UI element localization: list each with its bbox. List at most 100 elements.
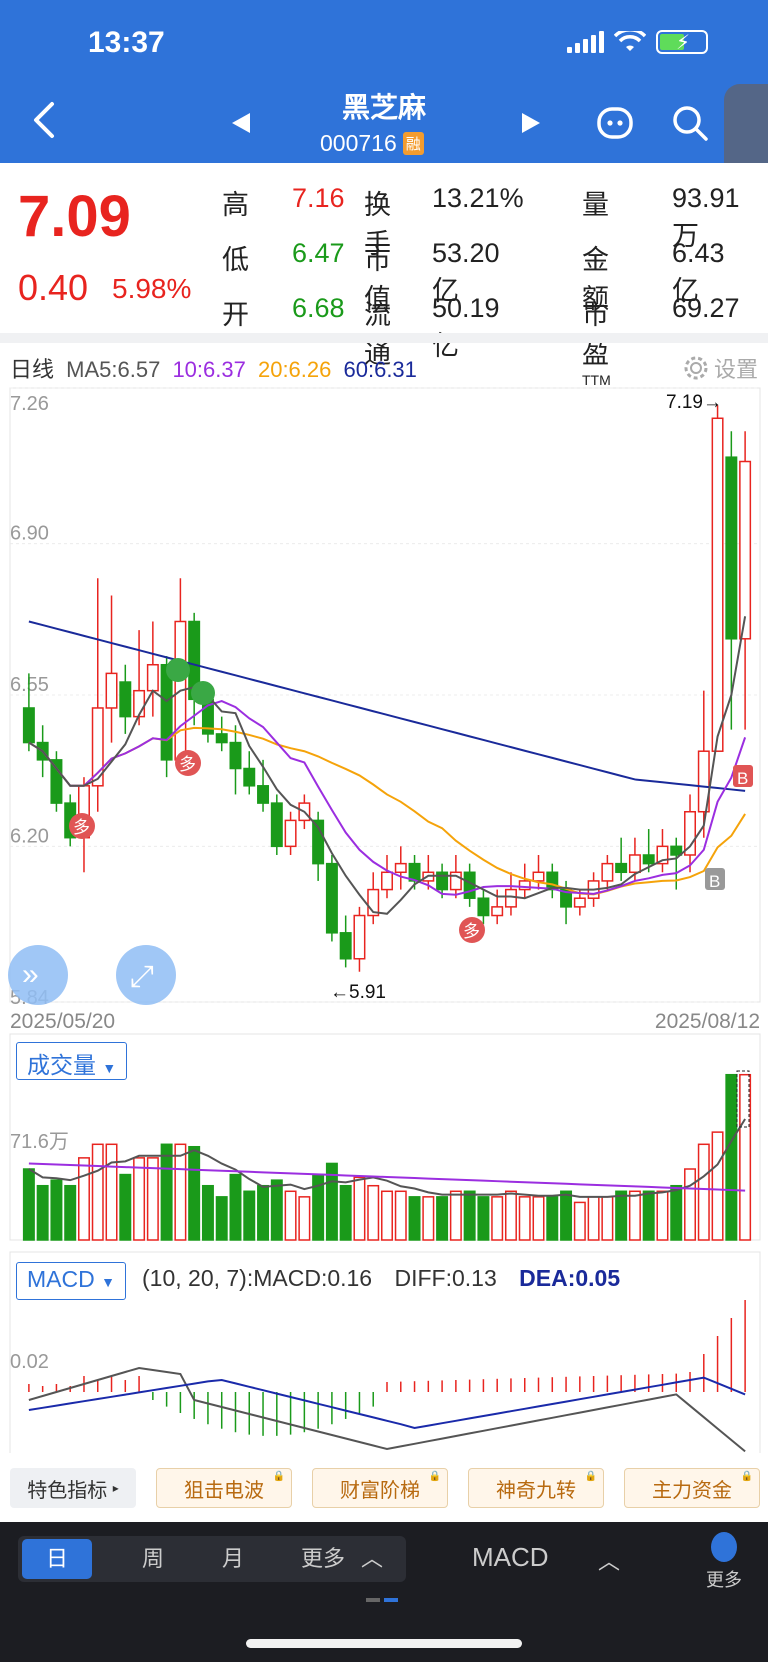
volume-bar xyxy=(339,1184,352,1241)
battery-icon: ⚡ xyxy=(656,30,708,54)
candle-body xyxy=(257,785,270,804)
volume-bar xyxy=(504,1190,517,1241)
tab-week[interactable]: 周 xyxy=(118,1536,188,1582)
sell-flag xyxy=(166,658,190,682)
volume-bar xyxy=(91,1143,104,1241)
volume-bar xyxy=(257,1184,270,1241)
high-marker: 7.19→ xyxy=(666,392,722,413)
volume-bar xyxy=(697,1143,710,1241)
candle-body xyxy=(119,681,132,718)
settings-button[interactable]: 设置 xyxy=(682,352,758,384)
candle-body xyxy=(50,759,63,804)
ma-legend: 日线 MA5:6.57 10:6.37 20:6.26 60:6.31 xyxy=(10,352,423,384)
candle-body xyxy=(243,767,256,787)
app-header: 13:37 ⚡ 黑芝麻 000716 融 xyxy=(0,0,768,163)
feature-btn-1[interactable]: 狙击电波 🔒 xyxy=(156,1468,292,1508)
signal-label: 多 xyxy=(179,755,196,774)
chevron-up-icon[interactable]: ︿ xyxy=(598,1544,620,1576)
settings-label: 设置 xyxy=(713,357,758,382)
signal-icon xyxy=(567,31,604,53)
candle-body xyxy=(739,460,752,640)
signal-label: 多 xyxy=(463,922,480,941)
candle-body xyxy=(229,741,242,770)
search-icon[interactable] xyxy=(670,103,710,143)
stock-code-row: 000716 融 xyxy=(320,130,424,157)
macd-diff-line xyxy=(28,1366,746,1453)
volume-bar xyxy=(573,1201,586,1241)
volume-bar xyxy=(491,1196,504,1241)
quote-value: 7.16 xyxy=(292,183,345,213)
lock-icon: 🔒 xyxy=(740,1471,753,1482)
tab-month[interactable]: 月 xyxy=(198,1536,268,1582)
sell-flag xyxy=(191,681,215,705)
macd-tick-label: 0.02 xyxy=(10,1351,49,1373)
feature-btn-2[interactable]: 财富阶梯 🔒 xyxy=(312,1468,448,1508)
ma20-value: 20:6.26 xyxy=(257,357,332,382)
volume-bar xyxy=(174,1143,187,1241)
next-stock-icon[interactable] xyxy=(522,113,540,133)
volume-bar xyxy=(105,1143,118,1241)
quote-value: 69.27 xyxy=(672,293,740,323)
volume-bar xyxy=(449,1190,462,1241)
volume-bar xyxy=(243,1190,256,1241)
feature-btn-3[interactable]: 神奇九转 🔒 xyxy=(468,1468,604,1508)
quote-label: 低 xyxy=(222,245,249,275)
macd-dea: DEA:0.05 xyxy=(519,1265,621,1291)
volume-bar xyxy=(684,1168,697,1241)
expand-icon: ⤢ xyxy=(130,960,154,993)
candle-body xyxy=(339,932,352,960)
tab-more[interactable]: 更多 xyxy=(288,1536,358,1582)
tab-day[interactable]: 日 xyxy=(22,1539,92,1579)
volume-bar xyxy=(50,1179,63,1241)
start-date: 2025/05/20 xyxy=(10,1010,116,1033)
volume-bar xyxy=(188,1145,201,1241)
candle-body xyxy=(601,862,614,882)
y-tick-label: 6.90 xyxy=(10,523,49,545)
ma10-value: 10:6.37 xyxy=(172,357,246,382)
price-change-pct: 5.98% xyxy=(112,273,192,304)
macd-indicator-select[interactable]: MACD ▼ xyxy=(16,1262,126,1300)
macd-params: (10, 20, 7):MACD:0.16 xyxy=(142,1265,373,1291)
volume-bar xyxy=(36,1184,49,1241)
more-button[interactable]: 更多 xyxy=(704,1532,744,1592)
volume-bar xyxy=(436,1196,449,1241)
chat-robot-icon[interactable] xyxy=(595,103,635,143)
dropdown-icon: ▼ xyxy=(101,1274,115,1290)
indicator-switch[interactable]: MACD xyxy=(472,1542,549,1573)
lock-icon: 🔒 xyxy=(584,1471,597,1482)
y-tick-label: 7.26 xyxy=(10,393,49,415)
quote-label: 高 xyxy=(222,190,249,220)
volume-bar xyxy=(394,1190,407,1241)
signal-label: 多 xyxy=(73,818,90,837)
feature-label: 神奇九转 xyxy=(496,1479,576,1502)
feature-indicators-button[interactable]: 特色指标 ▸ xyxy=(10,1468,136,1508)
volume-bar xyxy=(284,1190,297,1241)
candle-body xyxy=(491,906,504,917)
volume-bar xyxy=(64,1184,77,1241)
quote-value: 13.21% xyxy=(432,183,524,213)
volume-bar xyxy=(670,1184,683,1241)
volume-indicator-select[interactable]: 成交量 ▼ xyxy=(16,1042,128,1080)
quote-label: 量 xyxy=(582,190,609,220)
volume-tick-label: 71.6万 xyxy=(10,1131,69,1153)
current-price: 7.09 xyxy=(18,184,131,249)
candle-body xyxy=(22,707,35,744)
signal-label: B xyxy=(709,872,720,891)
double-chevron-icon: » xyxy=(22,958,39,991)
volume-bar xyxy=(367,1184,380,1241)
ma5-value: MA5:6.57 xyxy=(66,357,161,382)
feature-btn-4[interactable]: 主力资金 🔒 xyxy=(624,1468,760,1508)
volume-bar xyxy=(587,1196,600,1241)
caret-right-icon: ▸ xyxy=(112,1481,119,1495)
candle-body xyxy=(615,862,628,874)
volume-bar xyxy=(201,1184,214,1241)
volume-bar xyxy=(22,1168,35,1241)
ma-period[interactable]: 日线 xyxy=(10,357,54,382)
candle-body xyxy=(105,672,118,709)
page-indicator xyxy=(366,1598,398,1602)
wifi-icon xyxy=(614,31,646,51)
chevron-up-icon[interactable]: ︿ xyxy=(352,1536,392,1582)
volume-label: 成交量 xyxy=(27,1052,96,1078)
candle-body xyxy=(325,862,338,934)
volume-bar xyxy=(725,1073,738,1241)
